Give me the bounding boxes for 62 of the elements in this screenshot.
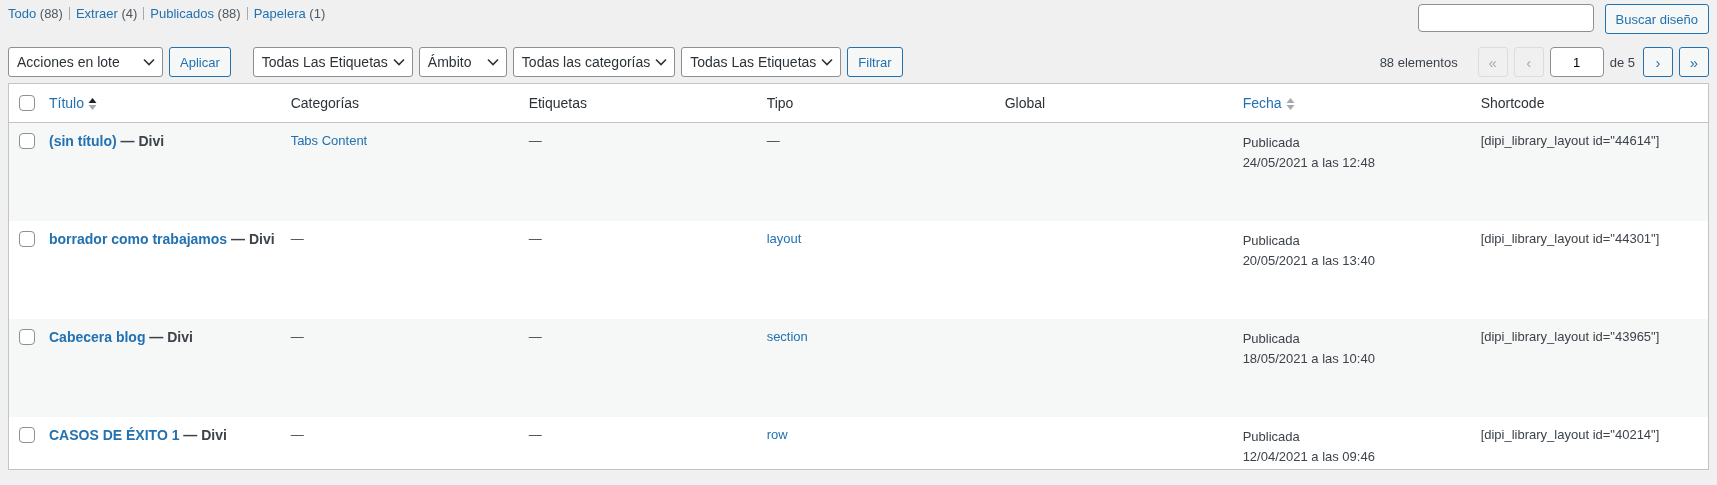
shortcode-text: [dipi_library_layout id="40214"] [1480, 427, 1660, 442]
publish-status: Publicada [1242, 134, 1301, 152]
last-page-button[interactable]: » [1679, 47, 1709, 77]
publish-status: Publicada [1242, 232, 1301, 250]
column-header: Global [1004, 95, 1046, 111]
empty-dash: — [528, 427, 542, 442]
select-all-checkbox[interactable] [19, 95, 35, 111]
page-total: de 5 [1609, 54, 1635, 70]
layout-title-link[interactable]: borrador como trabajamos [49, 231, 228, 247]
publish-status: Publicada [1242, 330, 1301, 348]
empty-dash: — [766, 133, 780, 148]
post-state: — Divi [230, 231, 275, 247]
search-field[interactable] [1417, 4, 1594, 32]
publish-date: 18/05/2021 a las 10:40 [1242, 350, 1376, 368]
apply-button[interactable]: Aplicar [169, 47, 231, 77]
row-checkbox[interactable] [19, 231, 35, 247]
term-link[interactable]: row [766, 427, 788, 442]
column-sort-link[interactable]: Título [49, 94, 84, 111]
publish-date: 12/04/2021 a las 09:46 [1242, 448, 1376, 466]
layout-title-link[interactable]: CASOS DE ÉXITO 1 [49, 427, 180, 443]
publish-status: Publicada [1242, 428, 1301, 446]
filter-button[interactable]: Filtrar [847, 47, 903, 77]
publish-date: 20/05/2021 a las 13:40 [1242, 252, 1376, 270]
row-checkbox[interactable] [19, 329, 35, 345]
empty-dash: — [290, 329, 304, 344]
item-count: 88 elementos [1379, 54, 1458, 70]
post-state: — Divi [182, 427, 227, 443]
status-filter-link[interactable]: Extraer (4) [75, 6, 138, 21]
shortcode-text: [dipi_library_layout id="44614"] [1480, 133, 1660, 148]
filter-select[interactable]: Todas las categorías [512, 47, 676, 77]
empty-dash: — [528, 133, 542, 148]
term-link[interactable]: section [766, 329, 808, 344]
term-link[interactable]: layout [766, 231, 802, 246]
shortcode-text: [dipi_library_layout id="43965"] [1480, 329, 1660, 344]
column-header: Tipo [766, 95, 794, 111]
column-sort-link[interactable]: Fecha [1242, 94, 1282, 111]
bulk-actions-select[interactable]: Acciones en lote [8, 47, 163, 77]
shortcode-text: [dipi_library_layout id="44301"] [1480, 231, 1660, 246]
row-checkbox[interactable] [19, 133, 35, 149]
filter-select[interactable]: Todas Las Etiquetas [252, 47, 413, 77]
empty-dash: — [528, 329, 542, 344]
next-page-button[interactable]: › [1643, 47, 1673, 77]
term-link[interactable]: Tabs Content [290, 133, 368, 148]
filter-select[interactable]: Ámbito [418, 47, 507, 77]
publish-date: 24/05/2021 a las 12:48 [1242, 154, 1376, 172]
search-button[interactable]: Buscar diseño [1604, 4, 1709, 34]
empty-dash: — [290, 231, 304, 246]
page-number-field[interactable]: 1 [1549, 47, 1604, 77]
row-checkbox[interactable] [19, 427, 35, 443]
column-header: Shortcode [1480, 95, 1545, 111]
column-header: Categorías [290, 95, 360, 111]
status-filter-link[interactable]: Todo (88) [8, 6, 63, 21]
post-state: — Divi [148, 329, 193, 345]
empty-dash: — [290, 427, 304, 442]
empty-dash: — [528, 231, 542, 246]
status-filter-link[interactable]: Papelera (1) [253, 6, 326, 21]
layout-title-link[interactable]: (sin título) [49, 133, 117, 149]
status-filter-link[interactable]: Publicados (88) [150, 6, 241, 21]
post-state: — Divi [119, 133, 165, 149]
layout-title-link[interactable]: Cabecera blog [49, 329, 146, 345]
column-header: Etiquetas [528, 95, 587, 111]
filter-select[interactable]: Todas Las Etiquetas [681, 47, 842, 77]
